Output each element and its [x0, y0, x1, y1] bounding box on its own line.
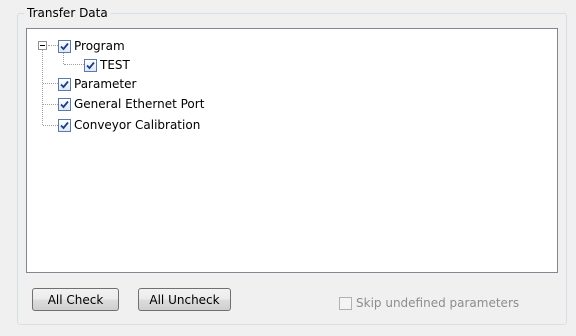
tree-line [48, 45, 58, 46]
tree-item-label: Conveyor Calibration [74, 118, 201, 132]
group-title: Transfer Data [24, 5, 111, 21]
tree-item-conveyor-calibration[interactable]: Conveyor Calibration [58, 116, 200, 134]
skip-undefined-label: Skip undefined parameters [356, 296, 520, 310]
tree-line [64, 64, 84, 65]
tree-item-test[interactable]: TEST [84, 56, 130, 74]
checkbox-checked-icon[interactable] [84, 58, 97, 72]
tree-line [43, 125, 58, 126]
tree-line [43, 104, 58, 105]
collapse-icon[interactable] [38, 41, 47, 50]
tree-line [43, 83, 58, 84]
all-uncheck-button[interactable]: All Uncheck [138, 288, 231, 311]
tree-item-parameter[interactable]: Parameter [58, 75, 136, 93]
checkbox-unchecked-icon[interactable] [339, 296, 352, 310]
skip-undefined-checkbox[interactable]: Skip undefined parameters [339, 296, 519, 310]
checkbox-checked-icon[interactable] [58, 118, 71, 132]
all-check-button[interactable]: All Check [32, 288, 119, 311]
tree-line [42, 50, 43, 125]
tree-item-program[interactable]: Program [58, 37, 125, 55]
tree-item-label: General Ethernet Port [74, 97, 205, 111]
transfer-tree[interactable]: Program TEST Parameter General Ethernet … [26, 28, 558, 273]
tree-item-general-ethernet-port[interactable]: General Ethernet Port [58, 95, 204, 113]
tree-item-label: Program [74, 39, 125, 53]
checkbox-checked-icon[interactable] [58, 39, 71, 53]
tree-item-label: Parameter [74, 77, 137, 91]
checkbox-checked-icon[interactable] [58, 77, 71, 91]
tree-item-label: TEST [100, 58, 130, 72]
checkbox-checked-icon[interactable] [58, 97, 71, 111]
